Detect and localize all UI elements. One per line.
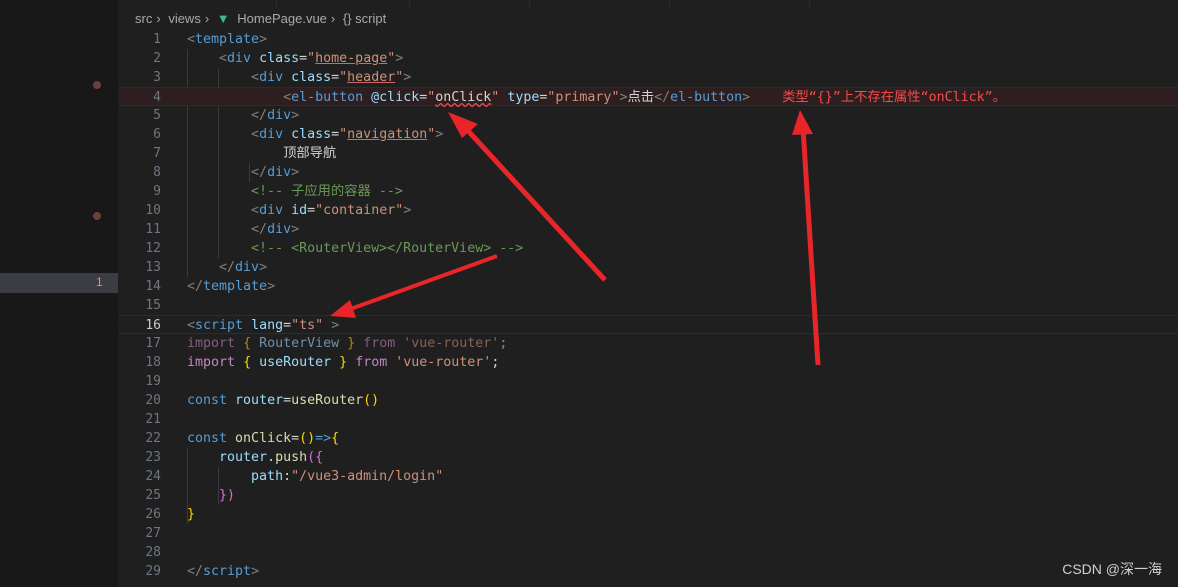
code-line: 21: [119, 410, 1178, 429]
breakpoint-dot[interactable]: [93, 212, 101, 220]
line-number: 25: [145, 488, 161, 503]
line-number: 15: [145, 298, 161, 313]
line-number: 23: [145, 450, 161, 465]
code-line: 29 </script>: [119, 562, 1178, 581]
vue-file-icon: ▼: [216, 11, 230, 26]
code-line-error: 4 <el-button @click="onClick" type="prim…: [119, 87, 1178, 106]
code-line: 25 }): [119, 486, 1178, 505]
line-number: 18: [145, 355, 161, 370]
line-number: 22: [145, 431, 161, 446]
line-number: 12: [145, 241, 161, 256]
code-line: 27: [119, 524, 1178, 543]
error-squiggle[interactable]: onClick: [435, 90, 491, 105]
line-number: 2: [153, 51, 161, 66]
breadcrumb-views[interactable]: views: [168, 11, 201, 26]
code-line: 10 <div id="container">: [119, 201, 1178, 220]
breadcrumb-symbol[interactable]: {} script: [343, 11, 386, 26]
line-number: 11: [145, 222, 161, 237]
code-line: 28: [119, 543, 1178, 562]
code-line: 13 </div>: [119, 258, 1178, 277]
code-line: 9 <!-- 子应用的容器 -->: [119, 182, 1178, 201]
activity-sidebar: 1: [0, 0, 118, 587]
line-number: 24: [145, 469, 161, 484]
line-number: 6: [153, 127, 161, 142]
line-number: 19: [145, 374, 161, 389]
code-line: 18 import { useRouter } from 'vue-router'…: [119, 353, 1178, 372]
line-number: 9: [153, 184, 161, 199]
code-line-current: 16 <script lang="ts" >: [119, 315, 1178, 334]
chevron-right-icon: ›: [156, 11, 161, 26]
code-line: 8 </div>: [119, 163, 1178, 182]
line-number: 8: [153, 165, 161, 180]
breadcrumb: src › views › ▼ HomePage.vue › {} script: [135, 11, 390, 26]
code-line: 15: [119, 296, 1178, 315]
line-number: 28: [145, 545, 161, 560]
breadcrumb-src[interactable]: src: [135, 11, 152, 26]
line-number: 7: [153, 146, 161, 161]
code-line: 19: [119, 372, 1178, 391]
code-line: 14 </template>: [119, 277, 1178, 296]
code-editor[interactable]: src › views › ▼ HomePage.vue › {} script 1 <…: [119, 0, 1178, 587]
line-number: 10: [145, 203, 161, 218]
line-number: 21: [145, 412, 161, 427]
line-number: 26: [145, 507, 161, 522]
line-number: 27: [145, 526, 161, 541]
code-line: 22 const onClick=()=>{: [119, 429, 1178, 448]
line-number: 20: [145, 393, 161, 408]
chevron-right-icon: ›: [330, 11, 336, 26]
breadcrumb-file[interactable]: HomePage.vue: [237, 11, 327, 26]
code-line: 1 <template>: [119, 30, 1178, 49]
code-line: 3 <div class="header">: [119, 68, 1178, 87]
code-line: 5 </div>: [119, 106, 1178, 125]
line-number: 13: [145, 260, 161, 275]
chevron-right-icon: ›: [204, 11, 210, 26]
code-line: 23 router.push({: [119, 448, 1178, 467]
breakpoint-dot[interactable]: [93, 81, 101, 89]
code-line: 24 path:"/vue3-admin/login": [119, 467, 1178, 486]
code-line: 20 const router=useRouter(): [119, 391, 1178, 410]
problem-count-badge[interactable]: 1: [96, 275, 103, 289]
line-number: 16: [145, 318, 161, 333]
line-number: 29: [145, 564, 161, 579]
line-number: 17: [145, 336, 161, 351]
line-number: 5: [153, 108, 161, 123]
inline-error-message: 类型“{}”上不存在属性“onClick”。: [782, 90, 1006, 105]
line-number: 3: [153, 70, 161, 85]
line-number: 14: [145, 279, 161, 294]
code-line: 12 <!-- <RouterView></RouterView> -->: [119, 239, 1178, 258]
code-line: 6 <div class="navigation">: [119, 125, 1178, 144]
code-line: 7 顶部导航: [119, 144, 1178, 163]
code-line: 17 import { RouterView } from 'vue-router…: [119, 334, 1178, 353]
code-line: 2 <div class="home-page">: [119, 49, 1178, 68]
watermark: CSDN @深一海: [1062, 561, 1162, 577]
line-number: 4: [153, 90, 161, 105]
code-line: 26}: [119, 505, 1178, 524]
code-line: 11 </div>: [119, 220, 1178, 239]
line-number: 1: [153, 32, 161, 47]
